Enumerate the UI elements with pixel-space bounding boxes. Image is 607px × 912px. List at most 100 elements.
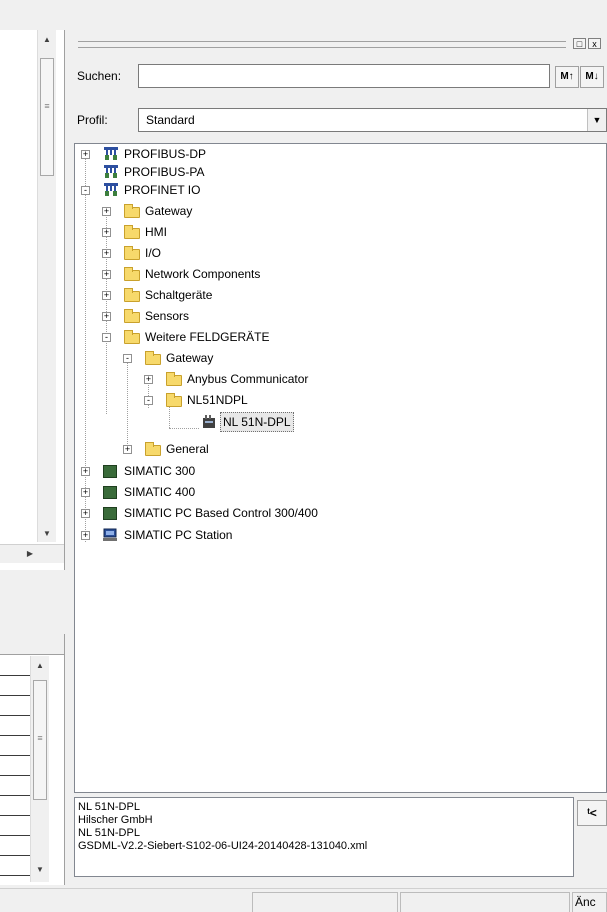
catalog-tree[interactable]: + PROFIBUS-DP PROFIBUS-PA - PROFINET IO … [74, 143, 607, 793]
device-icon [203, 415, 215, 428]
panel-grip[interactable] [78, 41, 566, 48]
profile-label-text: Profil: [77, 113, 108, 127]
tree-line [85, 158, 86, 542]
profile-select-value: Standard [146, 113, 195, 127]
profile-label: Profil: [77, 113, 108, 127]
folder-icon [124, 267, 140, 281]
status-mode-label: Änc [575, 895, 596, 909]
simatic-rack-icon [103, 507, 117, 520]
folder-icon [124, 288, 140, 302]
tree-node-label: PROFIBUS-DP [124, 147, 207, 161]
device-info-box: NL 51N-DPL Hilscher GmbH NL 51N-DPL GSDM… [74, 797, 574, 877]
collapse-icon[interactable]: - [102, 333, 111, 342]
search-input[interactable] [138, 64, 550, 88]
grip-icon: ≡ [37, 733, 43, 743]
simatic-rack-icon [103, 465, 117, 478]
search-label-text: Suchen: [77, 69, 122, 83]
tree-node-label: Anybus Communicator [187, 372, 309, 386]
binoculars-up-icon: M↑ [560, 71, 574, 82]
collapse-icon[interactable]: - [81, 186, 90, 195]
scroll-up-arrow-icon[interactable]: ▲ [39, 32, 55, 48]
left-horizontal-scrollbar[interactable]: ▶ [0, 544, 64, 563]
folder-icon [166, 372, 182, 386]
expand-icon[interactable]: + [102, 270, 111, 279]
search-label: Suchen: [77, 69, 121, 83]
folder-icon [124, 204, 140, 218]
expand-icon[interactable]: + [81, 531, 90, 540]
tree-line [127, 356, 128, 452]
close-button[interactable]: x [588, 38, 601, 49]
tree-node-label: SIMATIC 300 [124, 464, 196, 478]
network-bus-icon [104, 165, 118, 178]
status-cell [400, 892, 570, 912]
network-bus-icon [104, 147, 118, 160]
scroll-right-arrow-icon[interactable]: ▶ [22, 546, 38, 562]
info-line: Hilscher GmbH [78, 814, 153, 826]
scroll-down-arrow-icon[interactable]: ▼ [39, 526, 55, 542]
expand-icon[interactable]: + [81, 150, 90, 159]
info-action-button[interactable]: ᵗ< [577, 800, 607, 826]
tree-line [169, 428, 199, 429]
pc-station-icon [103, 528, 117, 541]
float-button[interactable]: □ [573, 38, 586, 49]
chevron-down-icon[interactable]: ▼ [587, 109, 606, 131]
info-line: GSDML-V2.2-Siebert-S102-06-UI24-20140428… [78, 840, 368, 852]
tree-node-label: I/O [145, 246, 162, 260]
expand-icon[interactable]: + [102, 291, 111, 300]
expand-icon[interactable]: + [102, 249, 111, 258]
binoculars-down-icon: M↓ [585, 71, 599, 82]
tree-node-label: Schaltgeräte [145, 288, 213, 302]
collapse-icon[interactable]: - [123, 354, 132, 363]
expand-icon[interactable]: + [102, 312, 111, 321]
simatic-rack-icon [103, 486, 117, 499]
profile-select[interactable]: Standard ▼ [138, 108, 607, 132]
tree-node-label: NL 51N-DPL [220, 412, 294, 432]
tree-node-label: PROFIBUS-PA [124, 165, 205, 179]
expand-icon[interactable]: + [102, 228, 111, 237]
left-vertical-scrollbar[interactable]: ▲ ≡ ▼ [37, 30, 56, 542]
left-lower-scrollbar[interactable]: ▲ ≡ ▼ [30, 656, 49, 882]
tree-node-label: Network Components [145, 267, 261, 281]
tree-node-label: General [166, 442, 209, 456]
grip-icon: ≡ [44, 101, 50, 111]
info-line: NL 51N-DPL [78, 827, 140, 839]
tree-node-label: Gateway [145, 204, 193, 218]
info-action-icon: ᵗ< [587, 806, 597, 820]
folder-open-icon [124, 330, 140, 344]
status-bar: Änc [0, 888, 607, 912]
status-cell [252, 892, 398, 912]
scrollbar-thumb[interactable]: ≡ [40, 58, 54, 176]
folder-open-icon [166, 393, 182, 407]
expand-icon[interactable]: + [102, 207, 111, 216]
tree-node-label: HMI [145, 225, 167, 239]
scrollbar-thumb[interactable]: ≡ [33, 680, 47, 800]
find-down-button[interactable]: M↓ [580, 66, 604, 88]
collapse-icon[interactable]: - [144, 396, 153, 405]
expand-icon[interactable]: + [81, 509, 90, 518]
expand-icon[interactable]: + [123, 445, 132, 454]
tree-node-label: SIMATIC PC Based Control 300/400 [124, 506, 318, 520]
find-up-button[interactable]: M↑ [555, 66, 579, 88]
tree-node-label: SIMATIC 400 [124, 485, 196, 499]
scroll-up-arrow-icon[interactable]: ▲ [32, 658, 48, 674]
tree-node-label: Sensors [145, 309, 190, 323]
tree-node-label: NL51NDPL [187, 393, 248, 407]
tree-node-label: Weitere FELDGERÄTE [145, 330, 270, 344]
status-cell-mode: Änc [572, 892, 607, 912]
expand-icon[interactable]: + [144, 375, 153, 384]
scroll-down-arrow-icon[interactable]: ▼ [32, 862, 48, 878]
folder-icon [124, 246, 140, 260]
tree-node-label: PROFINET IO [124, 183, 201, 197]
folder-icon [124, 309, 140, 323]
expand-icon[interactable]: + [81, 488, 90, 497]
folder-icon [124, 225, 140, 239]
left-lower-row-lines [0, 656, 30, 876]
folder-open-icon [145, 351, 161, 365]
tree-node-label: SIMATIC PC Station [124, 528, 233, 542]
expand-icon[interactable]: + [81, 467, 90, 476]
network-bus-icon [104, 183, 118, 196]
tree-node-label: Gateway [166, 351, 214, 365]
left-lower-header [0, 634, 64, 655]
folder-icon [145, 442, 161, 456]
info-line: NL 51N-DPL [78, 801, 140, 813]
